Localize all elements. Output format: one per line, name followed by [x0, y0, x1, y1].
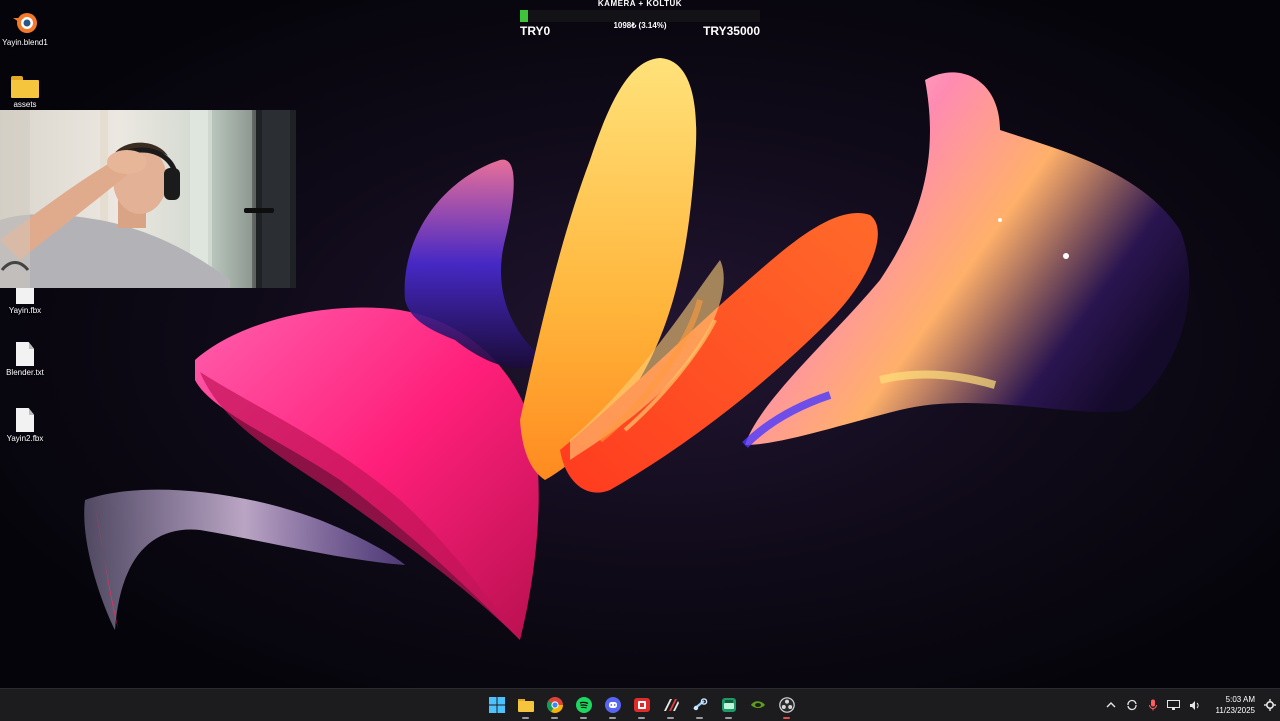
- tray-volume-button[interactable]: [1184, 689, 1205, 721]
- spotify-icon: [575, 697, 592, 713]
- taskbar: 5:03 AM 11/23/2025: [0, 688, 1280, 721]
- tray-sync-button[interactable]: [1121, 689, 1142, 721]
- file-explorer-icon: [517, 699, 534, 712]
- taskbar-file-explorer[interactable]: [511, 689, 540, 721]
- taskbar-green-app[interactable]: [714, 689, 743, 721]
- folder-icon: [11, 76, 39, 98]
- taskbar-discord[interactable]: [598, 689, 627, 721]
- tray-clock[interactable]: 5:03 AM 11/23/2025: [1205, 694, 1255, 716]
- running-indicator: [667, 717, 674, 719]
- taskbar-spotify[interactable]: [569, 689, 598, 721]
- tray-notifications-button[interactable]: [1259, 689, 1280, 721]
- running-indicator: [783, 717, 790, 719]
- system-tray: 5:03 AM 11/23/2025: [1100, 689, 1280, 721]
- desktop-icon-label: Yayin.blend1: [2, 38, 48, 47]
- running-indicator: [725, 717, 732, 719]
- taskbar-obs[interactable]: [772, 689, 801, 721]
- desktop-icon-yayin-blend1[interactable]: Yayin.blend1: [0, 8, 50, 47]
- blender-icon: [13, 13, 37, 33]
- running-indicator: [522, 717, 529, 719]
- taskbar-red-app[interactable]: [627, 689, 656, 721]
- start-button[interactable]: [482, 689, 511, 721]
- webcam-overlay: [0, 110, 296, 288]
- desktop-icon-label: Blender.txt: [6, 368, 44, 377]
- nvidia-icon: [750, 701, 765, 708]
- green-app-icon: [721, 698, 736, 712]
- goal-max-label: TRY35000: [703, 24, 760, 38]
- taskbar-nvidia[interactable]: [743, 689, 772, 721]
- running-indicator: [551, 717, 558, 719]
- donation-goal-widget: KAMERA + KOLTUK 1098₺ (3.14%) TRY0 TRY35…: [520, 0, 760, 40]
- red-app-icon: [633, 698, 650, 712]
- steam-icon: [692, 698, 707, 711]
- desktop-icon-label: Yayin.fbx: [8, 306, 42, 315]
- clock-date: 11/23/2025: [1215, 706, 1255, 715]
- taskbar-apps: [482, 689, 801, 721]
- desktop-icon-assets[interactable]: assets: [0, 76, 50, 109]
- discord-icon: [604, 697, 621, 713]
- desktop-icon-label: assets: [13, 100, 37, 109]
- taskbar-chrome[interactable]: [540, 689, 569, 721]
- volume-icon: [1189, 700, 1199, 710]
- desktop-icon-blender-txt[interactable]: Blender.txt: [0, 342, 50, 377]
- stripes-app-icon: [663, 699, 679, 711]
- goal-min-label: TRY0: [520, 24, 551, 38]
- sync-icon: [1126, 699, 1137, 711]
- microphone-icon: [1148, 699, 1157, 711]
- chrome-icon: [546, 697, 563, 713]
- network-icon: [1167, 699, 1180, 710]
- running-indicator: [609, 717, 616, 719]
- obs-icon: [778, 697, 795, 713]
- chevron-up-icon: [1106, 702, 1115, 708]
- desktop-wallpaper: [0, 0, 1280, 688]
- running-indicator: [638, 717, 645, 719]
- notification-settings-icon: [1263, 699, 1276, 711]
- text-file-icon: [16, 342, 34, 366]
- goal-title: KAMERA + KOLTUK: [597, 0, 683, 8]
- running-indicator: [580, 717, 587, 719]
- desktop-icon-yayin2-fbx[interactable]: Yayin2.fbx: [0, 408, 50, 443]
- clock-time: 5:03 AM: [1225, 695, 1255, 704]
- goal-progress-bar: 1098₺ (3.14%): [520, 10, 760, 30]
- taskbar-steam[interactable]: [685, 689, 714, 721]
- tray-overflow-button[interactable]: [1100, 689, 1121, 721]
- taskbar-stripes-app[interactable]: [656, 689, 685, 721]
- desktop-icon-label: Yayin2.fbx: [6, 434, 44, 443]
- tray-microphone-button[interactable]: [1142, 689, 1163, 721]
- running-indicator: [696, 717, 703, 719]
- start-icon: [488, 697, 505, 713]
- file-icon: [16, 408, 34, 432]
- tray-network-button[interactable]: [1163, 689, 1184, 721]
- streamer-webcam-image: [0, 110, 296, 288]
